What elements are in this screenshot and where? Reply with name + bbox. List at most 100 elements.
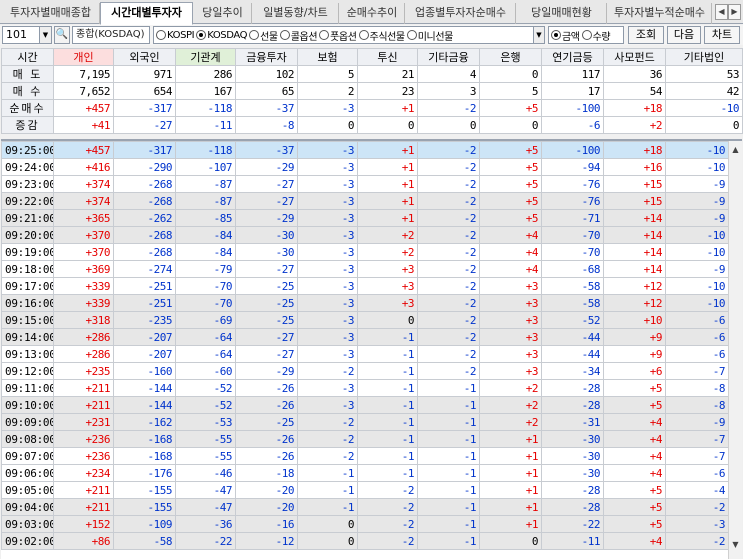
value-cell: -3: [297, 209, 358, 227]
table-row[interactable]: 09:04:00 +211 -155 -47 -20 -1 -2 -1 +1 -28 +5 -2: [1, 498, 729, 516]
chart-button[interactable]: 차트: [704, 26, 740, 44]
value-cell: -268: [113, 192, 176, 210]
query-button[interactable]: 조회: [628, 26, 664, 44]
tab-4[interactable]: 일별동향/차트: [253, 3, 339, 24]
table-row[interactable]: 09:09:00 +231 -162 -53 -25 -2 -1 -1 +2 -31 +4 -9: [1, 413, 729, 431]
radio-label: 풋옵션: [330, 31, 357, 43]
radio-markets-0[interactable]: KOSPI: [156, 30, 195, 41]
chevron-right-icon[interactable]: ▶: [728, 4, 741, 20]
table-row[interactable]: 09:18:00 +369 -274 -79 -27 -3 +3 -2 +4 -68 +14 -9: [1, 260, 729, 278]
value-cell: -2: [417, 141, 480, 159]
radio-markets-4[interactable]: 풋옵션: [319, 28, 357, 43]
table-row[interactable]: 09:06:00 +234 -176 -46 -18 -1 -1 -1 +1 -30 +4 -6: [1, 464, 729, 482]
column-header[interactable]: 기타금융: [417, 48, 480, 66]
summary-cell: -8: [235, 116, 298, 134]
column-header[interactable]: 금융투자: [235, 48, 298, 66]
next-button[interactable]: 다음: [667, 26, 701, 44]
value-cell: 0: [297, 515, 358, 533]
table-row[interactable]: 09:21:00 +365 -262 -85 -29 -3 +1 -2 +5 -71 +14 -9: [1, 209, 729, 227]
column-header[interactable]: 시간: [1, 48, 54, 66]
table-row[interactable]: 09:20:00 +370 -268 -84 -30 -3 +2 -2 +4 -70 +14 -10: [1, 226, 729, 244]
value-cell: +2: [479, 413, 542, 431]
radio-markets-6[interactable]: 미니선물: [406, 28, 453, 43]
time-cell: 09:10:00: [1, 396, 54, 414]
chevron-down-icon[interactable]: ▼: [39, 27, 51, 43]
column-header[interactable]: 외국인: [113, 48, 176, 66]
column-header[interactable]: 은행: [479, 48, 542, 66]
radio-markets-1[interactable]: KOSDAQ: [196, 30, 248, 41]
summary-cell: -118: [175, 99, 236, 117]
table-row[interactable]: 09:14:00 +286 -207 -64 -27 -3 -1 -2 +3 -44 +9 -6: [1, 328, 729, 346]
table-row[interactable]: 09:12:00 +235 -160 -60 -29 -2 -1 -2 +3 -34 +6 -7: [1, 362, 729, 380]
summary-row-label: 매 도: [1, 65, 54, 83]
table-row[interactable]: 09:24:00 +416 -290 -107 -29 -3 +1 -2 +5 -94 +16 -10: [1, 158, 729, 176]
value-cell: +2: [479, 379, 542, 397]
radio-units-1[interactable]: 수량: [581, 28, 611, 43]
radio-units-0[interactable]: 금액: [551, 28, 580, 43]
column-header[interactable]: 기타법인: [665, 48, 743, 66]
search-icon[interactable]: 🔍: [54, 26, 70, 44]
value-cell: -207: [113, 345, 176, 363]
value-cell: -109: [113, 515, 176, 533]
table-row[interactable]: 09:23:00 +374 -268 -87 -27 -3 +1 -2 +5 -76 +15 -9: [1, 175, 729, 193]
time-series-grid[interactable]: 09:25:00 +457 -317 -118 -37 -3 +1 -2 +5 -100 +18 -1…: [1, 139, 742, 559]
value-cell: +1: [479, 464, 542, 482]
column-header[interactable]: 투신: [357, 48, 418, 66]
value-cell: +318: [53, 311, 114, 329]
summary-cell: -100: [541, 99, 604, 117]
tab-5[interactable]: 순매수추이: [340, 3, 405, 24]
summary-row: 매 도 7,195 971 286 102 5 21 4 0 117 36 53: [1, 65, 743, 83]
table-row[interactable]: 09:05:00 +211 -155 -47 -20 -1 -2 -1 +1 -28 +5 -4: [1, 481, 729, 499]
scroll-up-icon[interactable]: ▲: [729, 143, 742, 156]
column-header[interactable]: 기관계: [175, 48, 236, 66]
scroll-down-icon[interactable]: ▼: [729, 538, 742, 551]
tab-6[interactable]: 업종별투자자순매수: [406, 3, 516, 24]
tab-8[interactable]: 투자자별누적순매수: [608, 3, 712, 24]
column-header[interactable]: 사모펀드: [603, 48, 666, 66]
chevron-down-icon[interactable]: ▼: [533, 26, 545, 44]
column-header[interactable]: 연기금등: [541, 48, 604, 66]
radio-markets-5[interactable]: 주식선물: [358, 28, 405, 43]
value-cell: -290: [113, 158, 176, 176]
table-row[interactable]: 09:08:00 +236 -168 -55 -26 -2 -1 -1 +1 -30 +4 -7: [1, 430, 729, 448]
tab-3[interactable]: 당일추이: [194, 3, 252, 24]
value-cell: -30: [235, 226, 298, 244]
table-row[interactable]: 09:19:00 +370 -268 -84 -30 -3 +2 -2 +4 -70 +14 -10: [1, 243, 729, 261]
value-cell: +3: [479, 362, 542, 380]
time-cell: 09:13:00: [1, 345, 54, 363]
code-combo[interactable]: 101 ▼: [2, 26, 52, 44]
value-cell: +3: [357, 260, 418, 278]
value-cell: -168: [113, 447, 176, 465]
value-cell: +5: [479, 192, 542, 210]
table-row[interactable]: 09:15:00 +318 -235 -69 -25 -3 0 -2 +3 -52 +10 -6: [1, 311, 729, 329]
value-cell: -160: [113, 362, 176, 380]
value-cell: -7: [665, 447, 729, 465]
summary-cell: 654: [113, 82, 176, 100]
value-cell: -9: [665, 192, 729, 210]
value-cell: -268: [113, 226, 176, 244]
tab-2[interactable]: 시간대별투자자: [100, 2, 193, 25]
vertical-scrollbar[interactable]: ▲ ▼: [728, 141, 742, 559]
table-row[interactable]: 09:07:00 +236 -168 -55 -26 -2 -1 -1 +1 -30 +4 -7: [1, 447, 729, 465]
column-header[interactable]: 보험: [297, 48, 358, 66]
value-cell: -25: [235, 311, 298, 329]
table-row[interactable]: 09:11:00 +211 -144 -52 -26 -3 -1 -1 +2 -28 +5 -8: [1, 379, 729, 397]
table-row[interactable]: 09:02:00 +86 -58 -22 -12 0 -2 -1 0 -11 +4 -2: [1, 532, 729, 550]
tab-7[interactable]: 당일매매현황: [517, 3, 607, 24]
table-row[interactable]: 09:25:00 +457 -317 -118 -37 -3 +1 -2 +5 -100 +18 -1…: [1, 141, 729, 159]
table-row[interactable]: 09:16:00 +339 -251 -70 -25 -3 +3 -2 +3 -58 +12 -10: [1, 294, 729, 312]
table-row[interactable]: 09:22:00 +374 -268 -87 -27 -3 +1 -2 +5 -76 +15 -9: [1, 192, 729, 210]
column-header[interactable]: 개인: [53, 48, 114, 66]
value-cell: -1: [357, 430, 418, 448]
radio-markets-2[interactable]: 선물: [249, 28, 278, 43]
table-row[interactable]: 09:17:00 +339 -251 -70 -25 -3 +3 -2 +3 -58 +12 -10: [1, 277, 729, 295]
tab-1[interactable]: 투자자별매매종합: [2, 3, 100, 24]
chevron-left-icon[interactable]: ◀: [715, 4, 728, 20]
radio-markets-3[interactable]: 콜옵션: [279, 28, 318, 43]
summary-cell: 23: [357, 82, 418, 100]
table-row[interactable]: 09:03:00 +152 -109 -36 -16 0 -2 -1 +1 -22 +5 -3: [1, 515, 729, 533]
table-row[interactable]: 09:10:00 +211 -144 -52 -26 -3 -1 -1 +2 -28 +5 -8: [1, 396, 729, 414]
value-cell: -2: [297, 413, 358, 431]
table-row[interactable]: 09:13:00 +286 -207 -64 -27 -3 -1 -2 +3 -44 +9 -6: [1, 345, 729, 363]
value-cell: -27: [235, 175, 298, 193]
